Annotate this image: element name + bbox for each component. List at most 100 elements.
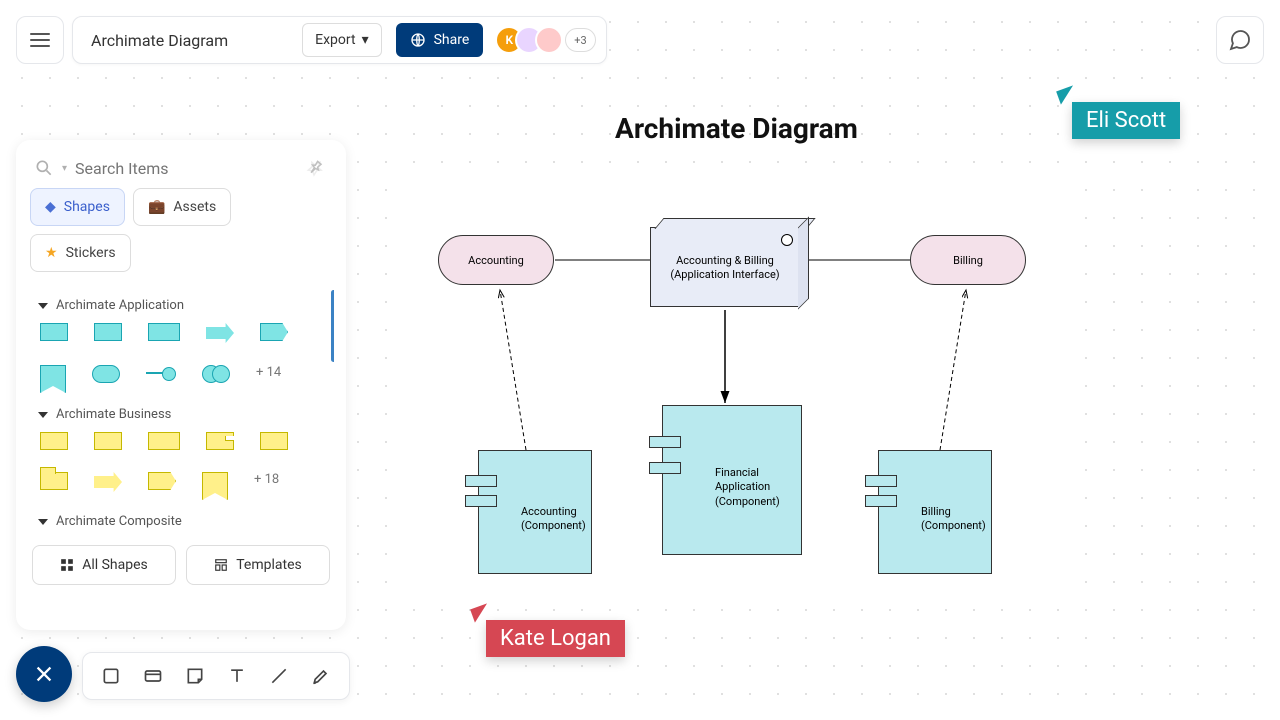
shape-app-component[interactable] [148, 323, 180, 341]
shape-app-interface[interactable] [146, 365, 176, 379]
shapes-biz-more[interactable]: + 18 [254, 472, 279, 500]
tool-card[interactable] [133, 656, 173, 696]
shapes-business: + 18 [40, 432, 324, 500]
node-billing-component[interactable]: Billing (Component) [878, 450, 992, 574]
line-icon [269, 666, 289, 686]
node-accounting[interactable]: Accounting [438, 235, 554, 285]
node-billing-component-label: Billing (Component) [921, 505, 986, 534]
section-composite-label: Archimate Composite [56, 514, 182, 529]
shape-biz-shield[interactable] [202, 472, 228, 500]
globe-icon [410, 32, 426, 48]
tool-sticky-note[interactable] [175, 656, 215, 696]
shape-app-rect[interactable] [40, 323, 68, 341]
search-icon [34, 158, 54, 178]
share-button[interactable]: Share [396, 23, 484, 57]
presence-kate-label: Kate Logan [500, 626, 611, 651]
card-icon [143, 666, 163, 686]
pin-icon[interactable] [302, 155, 327, 180]
presence-cursor-eli: Eli Scott [1072, 102, 1180, 139]
title-bar: Archimate Diagram Export ▾ Share K +3 [72, 16, 607, 64]
tab-stickers[interactable]: ★ Stickers [30, 234, 131, 272]
all-shapes-label: All Shapes [82, 557, 148, 573]
caret-down-icon [38, 303, 48, 309]
shape-app-arrow[interactable] [206, 323, 234, 343]
comments-button[interactable] [1216, 16, 1264, 64]
panel-scrollbar[interactable] [331, 290, 334, 362]
caret-down-icon [38, 519, 48, 525]
section-application-label: Archimate Application [56, 298, 184, 313]
search-dropdown-icon[interactable]: ▾ [62, 163, 67, 174]
presence-cursor-kate: Kate Logan [486, 620, 625, 657]
shape-app-pentagon[interactable] [260, 323, 288, 341]
tab-assets[interactable]: 💼 Assets [133, 188, 231, 226]
sidebar-tabs: ◆ Shapes 💼 Assets ★ Stickers [28, 188, 334, 272]
tab-assets-label: Assets [173, 199, 216, 215]
presence-eli-label: Eli Scott [1086, 108, 1166, 133]
chat-bubble-icon [1228, 28, 1252, 52]
diagram-area[interactable]: Accounting Billing Accounting & Billing … [400, 185, 1060, 605]
templates-button[interactable]: Templates [186, 545, 330, 585]
avatar-user-3[interactable] [535, 26, 563, 54]
main-menu-button[interactable] [16, 16, 64, 64]
section-business-label: Archimate Business [56, 407, 171, 422]
tab-shapes-label: Shapes [64, 199, 110, 215]
shapes-app-more[interactable]: + 14 [256, 365, 281, 393]
shape-biz-folder[interactable] [40, 472, 68, 490]
diagram-title: Archimate Diagram [615, 112, 858, 145]
export-label: Export [315, 32, 355, 48]
search-row: ▾ [28, 154, 334, 188]
tool-text[interactable] [217, 656, 257, 696]
tab-stickers-label: Stickers [66, 245, 116, 261]
shape-biz-rect-2[interactable] [94, 432, 122, 450]
avatar-overflow-count[interactable]: +3 [565, 28, 595, 52]
node-financial-component[interactable]: Financial Application (Component) [662, 405, 802, 555]
search-input[interactable] [75, 159, 298, 178]
tool-rectangle[interactable] [91, 656, 131, 696]
node-financial-component-label: Financial Application (Component) [715, 466, 780, 509]
tab-shapes[interactable]: ◆ Shapes [30, 188, 125, 226]
templates-label: Templates [236, 557, 302, 573]
node-interface[interactable]: Accounting & Billing (Application Interf… [650, 227, 800, 307]
section-archimate-business[interactable]: Archimate Business [38, 407, 324, 422]
node-interface-label: Accounting & Billing (Application Interf… [651, 254, 799, 283]
document-title[interactable]: Archimate Diagram [91, 31, 288, 50]
shape-biz-arrow[interactable] [94, 472, 122, 492]
shape-biz-pentagon[interactable] [148, 472, 176, 490]
briefcase-icon: 💼 [148, 199, 165, 215]
all-shapes-button[interactable]: All Shapes [32, 545, 176, 585]
shapes-application: + 14 [40, 323, 324, 393]
shapes-sidebar: ▾ ◆ Shapes 💼 Assets ★ Stickers Archimate… [16, 140, 346, 630]
top-bar: Archimate Diagram Export ▾ Share K +3 [16, 16, 607, 64]
node-billing-label: Billing [953, 254, 983, 267]
bottom-toolbar [82, 652, 350, 700]
shape-biz-rect-3[interactable] [260, 432, 288, 450]
template-icon [214, 558, 228, 572]
shape-app-shield[interactable] [40, 365, 66, 393]
node-accounting-label: Accounting [468, 254, 524, 267]
section-archimate-composite[interactable]: Archimate Composite [38, 514, 324, 529]
shape-app-collab[interactable] [202, 365, 230, 381]
shape-app-pill[interactable] [92, 365, 120, 383]
hamburger-icon [30, 33, 50, 47]
shape-panel: Archimate Application + 14 Archimate Bus… [28, 280, 334, 533]
highlighter-icon [311, 666, 331, 686]
text-icon [227, 666, 247, 686]
node-accounting-component[interactable]: Accounting (Component) [478, 450, 592, 574]
shape-app-rect-2[interactable] [94, 323, 122, 341]
note-icon [185, 666, 205, 686]
collaborator-avatars: K +3 [503, 26, 595, 54]
section-archimate-application[interactable]: Archimate Application [38, 298, 324, 313]
chevron-down-icon: ▾ [362, 32, 369, 48]
shape-biz-rect[interactable] [40, 432, 68, 450]
node-billing[interactable]: Billing [910, 235, 1026, 285]
caret-down-icon [38, 412, 48, 418]
square-icon [101, 666, 121, 686]
export-button[interactable]: Export ▾ [302, 23, 381, 57]
close-fab[interactable] [16, 646, 72, 702]
shape-biz-component[interactable] [148, 432, 180, 450]
shape-biz-notch[interactable] [206, 432, 234, 450]
diamond-icon: ◆ [45, 199, 56, 215]
close-icon [33, 663, 55, 685]
tool-highlighter[interactable] [301, 656, 341, 696]
tool-line[interactable] [259, 656, 299, 696]
